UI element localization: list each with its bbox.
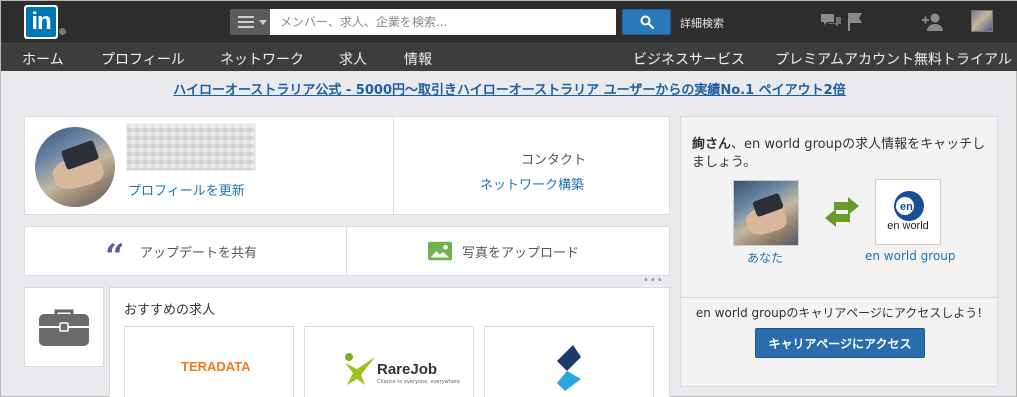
flag-icon[interactable]: [843, 10, 867, 34]
search-icon: [640, 15, 654, 29]
divider: [393, 117, 394, 216]
job-card-rarejob[interactable]: RareJob Chance to everyone, everywhere: [304, 326, 474, 397]
account-avatar[interactable]: [971, 10, 993, 32]
promo-heading: 絢さん、en world groupの求人情報をキャッチしましょう。: [692, 136, 988, 172]
promo-heading-text: 、en world groupの求人情報をキャッチしましょう。: [692, 137, 986, 170]
promo-user-name: 絢さん: [692, 137, 732, 152]
you-link[interactable]: あなた: [747, 249, 783, 266]
search-type-dropdown[interactable]: [230, 9, 270, 35]
share-update-button[interactable]: “ アップデートを共有: [25, 227, 347, 275]
teradata-logo: TERADATA: [181, 359, 251, 374]
main-nav: ホーム プロフィール ネットワーク 求人 情報 ビジネスサービス プレミアムアカ…: [1, 43, 1017, 71]
briefcase-icon: [39, 309, 89, 346]
nav-item-jobs[interactable]: 求人: [339, 49, 367, 69]
company-logo-icon: [557, 345, 581, 391]
messages-icon[interactable]: [819, 10, 843, 34]
career-promo-card: 絢さん、en world groupの求人情報をキャッチしましょう。 あなた e…: [680, 116, 998, 387]
add-connection-icon[interactable]: [921, 10, 945, 34]
share-update-label: アップデートを共有: [140, 246, 258, 261]
recommended-jobs-card: おすすめの求人 TERADATA RareJob Chance to every…: [109, 287, 670, 397]
logo-dot: [59, 28, 66, 35]
nav-item-profile[interactable]: プロフィール: [101, 49, 185, 69]
linkedin-logo[interactable]: in: [24, 5, 58, 39]
recommended-jobs-title: おすすめの求人: [124, 303, 216, 318]
search-button[interactable]: [622, 9, 671, 35]
build-network-link[interactable]: ネットワーク構築: [480, 174, 584, 193]
job-card-teradata[interactable]: TERADATA: [124, 326, 294, 397]
more-options-icon[interactable]: •••: [643, 275, 664, 286]
jobs-icon-box: [24, 287, 104, 367]
sponsored-ad-link[interactable]: ハイローオーストラリア公式 - 5000円〜取引きハイローオーストラリア ユーザ…: [1, 79, 1017, 98]
en-world-logo-text: en world: [887, 220, 929, 232]
pixelated-profile-name: [126, 123, 256, 171]
access-prompt: en world groupのキャリアページにアクセスしよう!: [695, 306, 983, 320]
divider: [681, 297, 997, 298]
profile-photo[interactable]: [35, 127, 115, 207]
contacts-label: コンタクト: [521, 153, 587, 168]
update-profile-link[interactable]: プロフィールを更新: [128, 180, 245, 199]
menu-icon: [238, 16, 254, 28]
swap-arrows-icon: [825, 197, 859, 227]
advanced-search-link[interactable]: 詳細検索: [680, 15, 724, 31]
nav-item-network[interactable]: ネットワーク: [220, 49, 304, 69]
job-card-third[interactable]: [484, 326, 654, 397]
en-world-logo[interactable]: en en world: [875, 179, 941, 245]
photo-icon: [428, 241, 452, 261]
nav-item-home[interactable]: ホーム: [22, 49, 64, 69]
nav-item-premium-trial[interactable]: プレミアムアカウント無料トライアル: [775, 49, 1012, 69]
chevron-down-icon: [259, 20, 267, 25]
rarejob-logo: RareJob Chance to everyone, everywhere: [343, 349, 460, 389]
nav-item-interests[interactable]: 情報: [404, 49, 432, 69]
career-page-button[interactable]: キャリアページにアクセス: [755, 328, 925, 358]
en-world-mark-icon: en: [894, 191, 924, 221]
quote-icon: “: [105, 237, 124, 277]
company-link[interactable]: en world group: [865, 249, 956, 263]
nav-item-business-services[interactable]: ビジネスサービス: [633, 49, 745, 69]
svg-text:en: en: [900, 201, 913, 213]
linkedin-logo-text: in: [26, 7, 56, 37]
search-input[interactable]: [270, 9, 616, 35]
rarejob-name: RareJob: [377, 361, 438, 378]
your-photo[interactable]: [733, 180, 799, 246]
share-box: “ アップデートを共有 写真をアップロード: [24, 226, 670, 276]
rarejob-tagline: Chance to everyone, everywhere: [377, 379, 461, 385]
profile-card: プロフィールを更新 コンタクト ネットワーク構築: [24, 116, 670, 216]
rarejob-mark-icon: [345, 353, 375, 385]
upload-photo-button[interactable]: 写真をアップロード: [462, 242, 579, 261]
top-bar: in 詳細検索: [1, 1, 1017, 43]
